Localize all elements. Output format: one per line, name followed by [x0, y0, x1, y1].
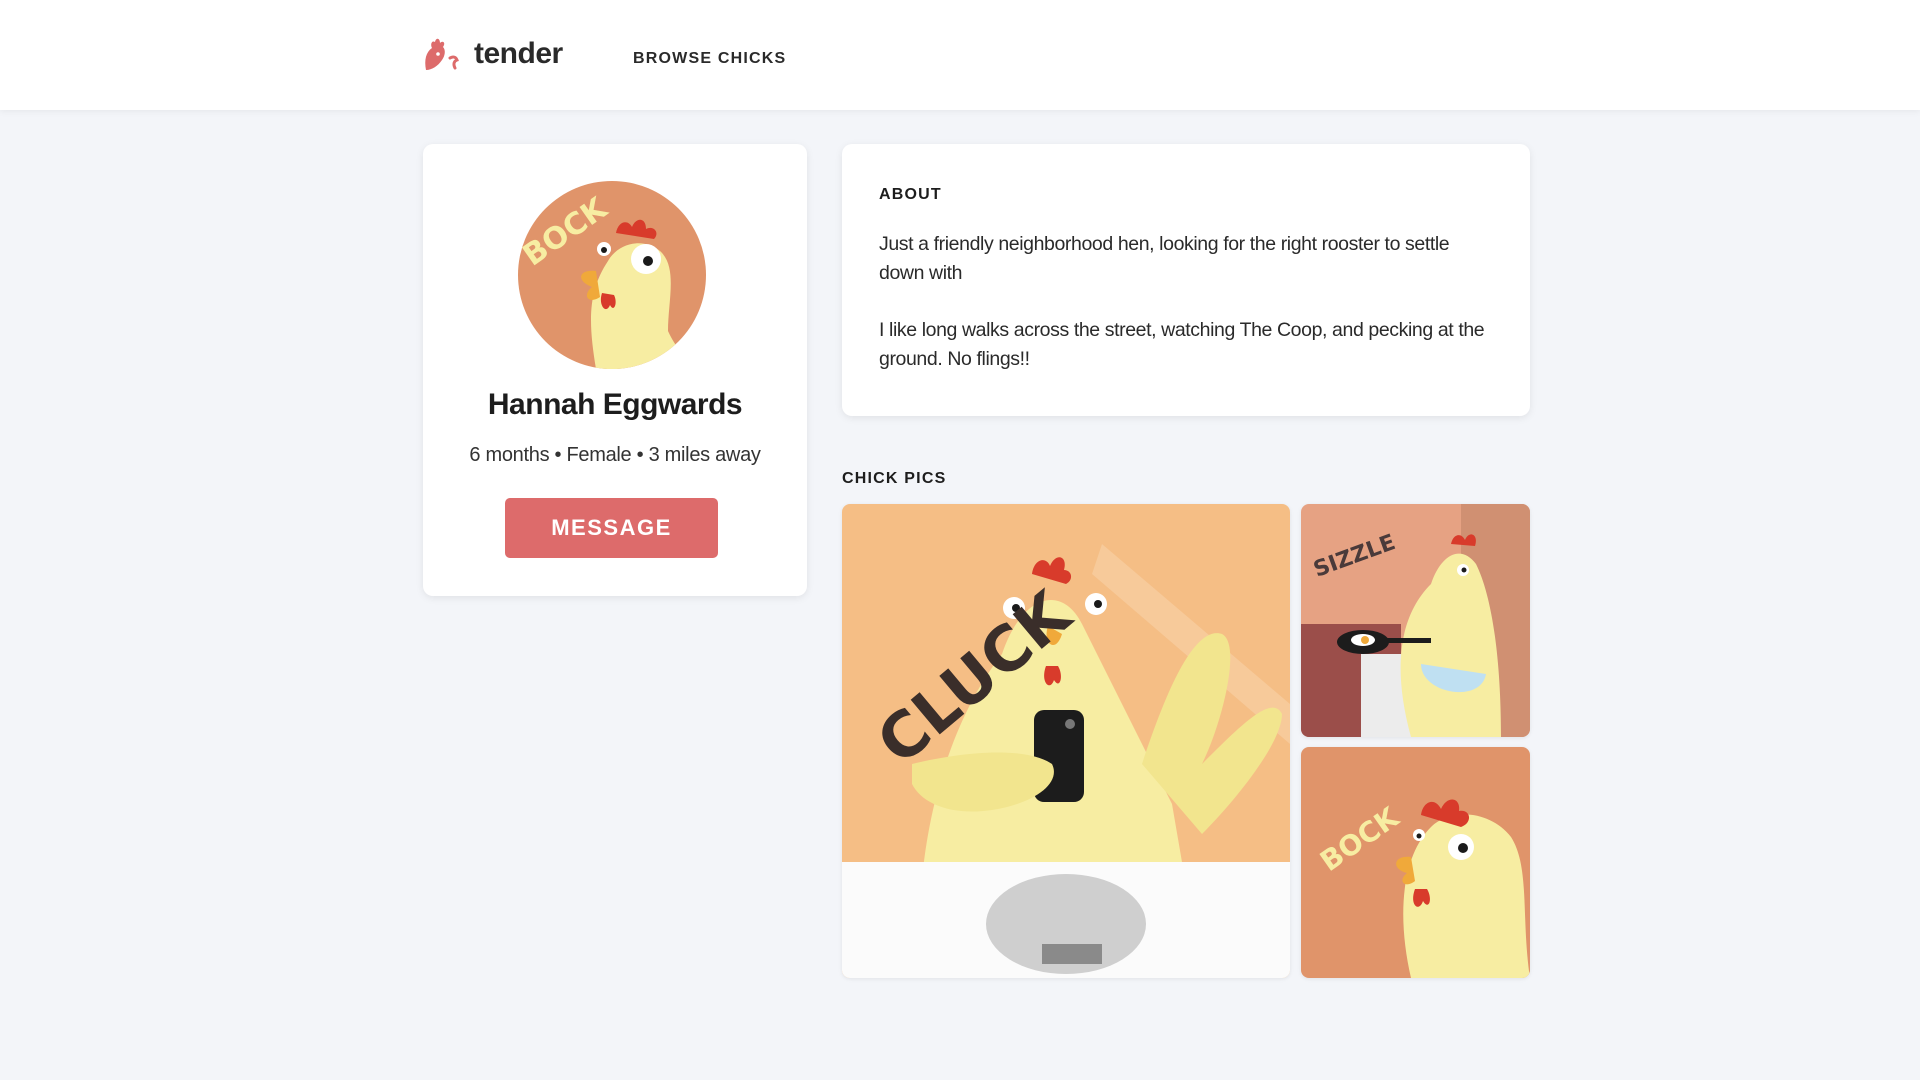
nav-browse-chicks[interactable]: BROWSE CHICKS — [633, 50, 786, 68]
about-heading: ABOUT — [879, 186, 942, 203]
chick-pic-cluck-selfie[interactable]: CLUCK — [842, 504, 1290, 978]
top-navbar: tender BROWSE CHICKS — [0, 0, 1920, 110]
profile-card: BOCK Hannah Eggwards 6 months • Female •… — [423, 144, 807, 596]
avatar: BOCK — [518, 181, 706, 369]
chick-pic-bock[interactable]: BOCK — [1301, 747, 1530, 978]
about-paragraph-2: I like long walks across the street, wat… — [879, 319, 1485, 370]
logo-text: tender — [474, 37, 563, 70]
profile-name: Hannah Eggwards — [487, 388, 743, 421]
profile-meta: 6 months • Female • 3 miles away — [469, 444, 761, 466]
chick-pics-heading: CHICK PICS — [842, 470, 947, 487]
logo-link[interactable]: tender — [420, 34, 563, 74]
about-text: Just a friendly neighborhood hen, lookin… — [879, 230, 1489, 402]
about-paragraph-1: Just a friendly neighborhood hen, lookin… — [879, 233, 1450, 284]
about-card: ABOUT Just a friendly neighborhood hen, … — [842, 144, 1530, 416]
message-button[interactable]: MESSAGE — [505, 498, 718, 558]
rooster-logo-icon — [425, 38, 459, 70]
chick-pic-cooking[interactable]: SIZZLE — [1301, 504, 1530, 737]
